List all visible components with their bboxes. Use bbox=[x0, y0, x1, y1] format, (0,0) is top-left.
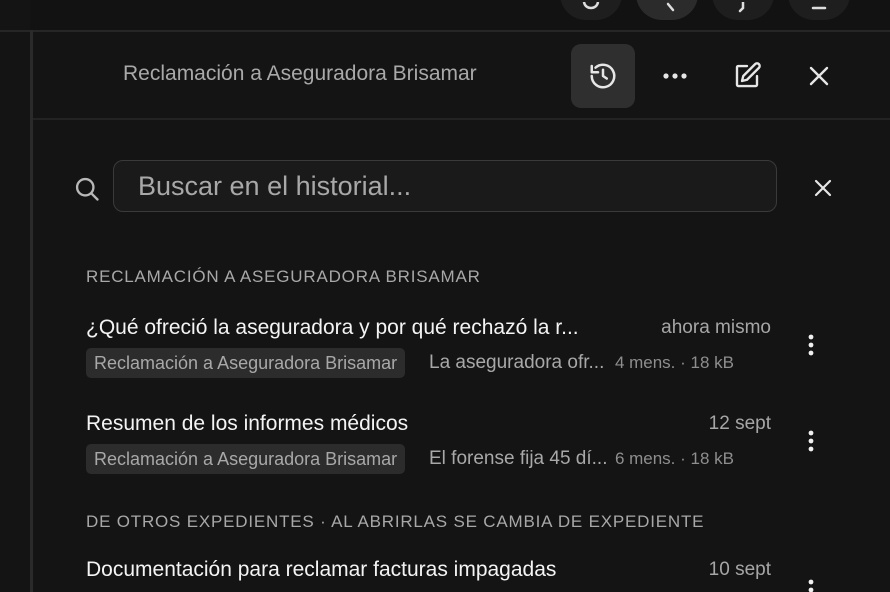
item-meta: Reclamación a Aseguradora Brisamar La as… bbox=[86, 348, 786, 378]
item-meta: Reclamación a Aseguradora Brisamar El fo… bbox=[86, 444, 786, 474]
item-counts: 4 mens. · 18 kB bbox=[614, 353, 734, 372]
item-snippet: El forense fija 45 dí... bbox=[429, 448, 608, 469]
close-icon bbox=[809, 66, 829, 86]
section-heading: RECLAMACIÓN A ASEGURADORA BRISAMAR bbox=[86, 267, 481, 286]
toolbar-button-3[interactable] bbox=[712, 0, 774, 20]
toolbar-button-1[interactable] bbox=[560, 0, 622, 20]
toolbar-icon-4 bbox=[811, 6, 827, 10]
item-counts: 6 mens. · 18 kB bbox=[614, 449, 734, 468]
edit-icon bbox=[735, 62, 761, 88]
history-panel: Reclamación a Aseguradora Brisamar Busca… bbox=[33, 32, 890, 592]
more-horizontal-icon bbox=[663, 73, 687, 79]
item-time: 10 sept bbox=[708, 559, 771, 580]
toolbar-icon-1 bbox=[582, 2, 600, 10]
history-icon bbox=[590, 63, 616, 89]
history-button[interactable] bbox=[571, 44, 635, 108]
toolbar-icon-3 bbox=[738, 2, 745, 13]
toolbar-button-4[interactable] bbox=[788, 0, 850, 20]
close-panel-button[interactable] bbox=[787, 44, 851, 108]
toolbar-icon-search bbox=[666, 2, 675, 12]
more-vertical-icon bbox=[808, 334, 814, 356]
item-options-button[interactable] bbox=[796, 570, 826, 592]
list-item[interactable]: Resumen de los informes médicos 12 sept … bbox=[86, 412, 856, 482]
item-title: Resumen de los informes médicos bbox=[86, 412, 409, 435]
clear-search-button[interactable] bbox=[807, 172, 839, 204]
item-title: Documentación para reclamar facturas imp… bbox=[86, 558, 557, 581]
new-chat-button[interactable] bbox=[715, 44, 779, 108]
item-time: ahora mismo bbox=[661, 317, 771, 338]
left-sidebar-strip bbox=[0, 0, 30, 592]
panel-header: Reclamación a Aseguradora Brisamar bbox=[33, 32, 890, 120]
history-search-input[interactable] bbox=[113, 160, 777, 212]
search-icon bbox=[75, 177, 99, 201]
clear-icon bbox=[814, 179, 832, 197]
case-tag: Reclamación a Aseguradora Brisamar bbox=[86, 348, 406, 378]
item-options-button[interactable] bbox=[796, 421, 826, 461]
section-heading: DE OTROS EXPEDIENTES · AL ABRIRLAS SE CA… bbox=[86, 512, 705, 531]
panel-title: Reclamación a Aseguradora Brisamar bbox=[123, 62, 477, 85]
more-options-button[interactable] bbox=[643, 44, 707, 108]
item-time: 12 sept bbox=[708, 413, 771, 434]
more-vertical-icon bbox=[808, 430, 814, 452]
list-item[interactable]: ¿Qué ofreció la aseguradora y por qué re… bbox=[86, 316, 856, 386]
list-item[interactable]: Documentación para reclamar facturas imp… bbox=[86, 558, 856, 592]
case-tag: Reclamación a Aseguradora Brisamar bbox=[86, 444, 406, 474]
toolbar-button-search[interactable] bbox=[636, 0, 698, 20]
item-options-button[interactable] bbox=[796, 325, 826, 365]
item-title: ¿Qué ofreció la aseguradora y por qué re… bbox=[86, 316, 579, 339]
more-vertical-icon bbox=[808, 579, 814, 592]
item-snippet: La aseguradora ofr... bbox=[429, 352, 605, 373]
